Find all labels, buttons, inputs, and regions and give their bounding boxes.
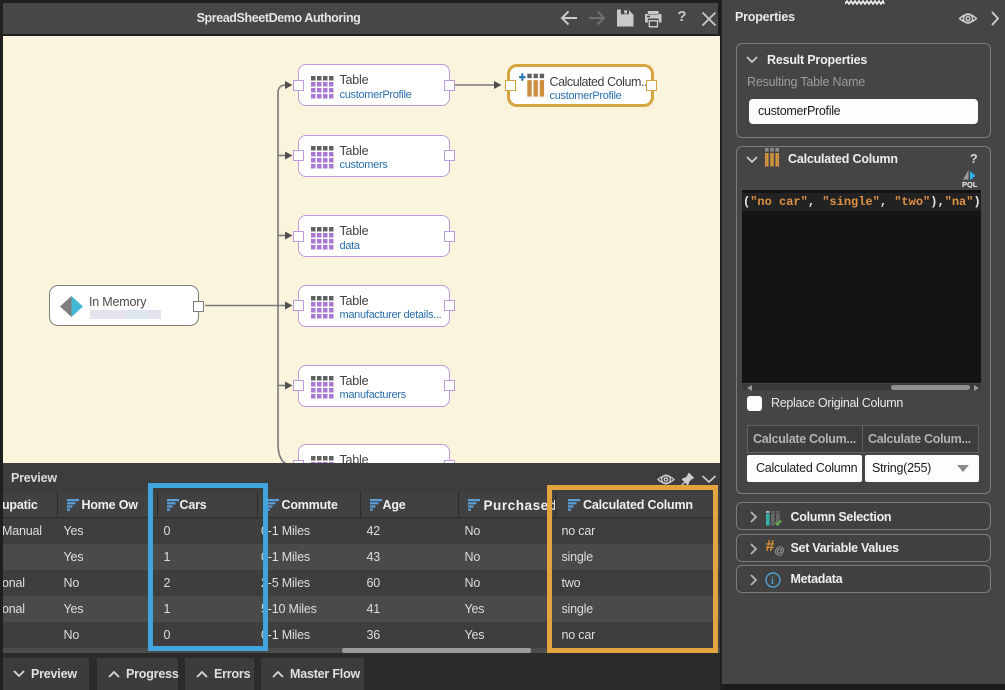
svg-text:PQL: PQL <box>962 180 978 188</box>
svg-text:i: i <box>771 576 774 587</box>
